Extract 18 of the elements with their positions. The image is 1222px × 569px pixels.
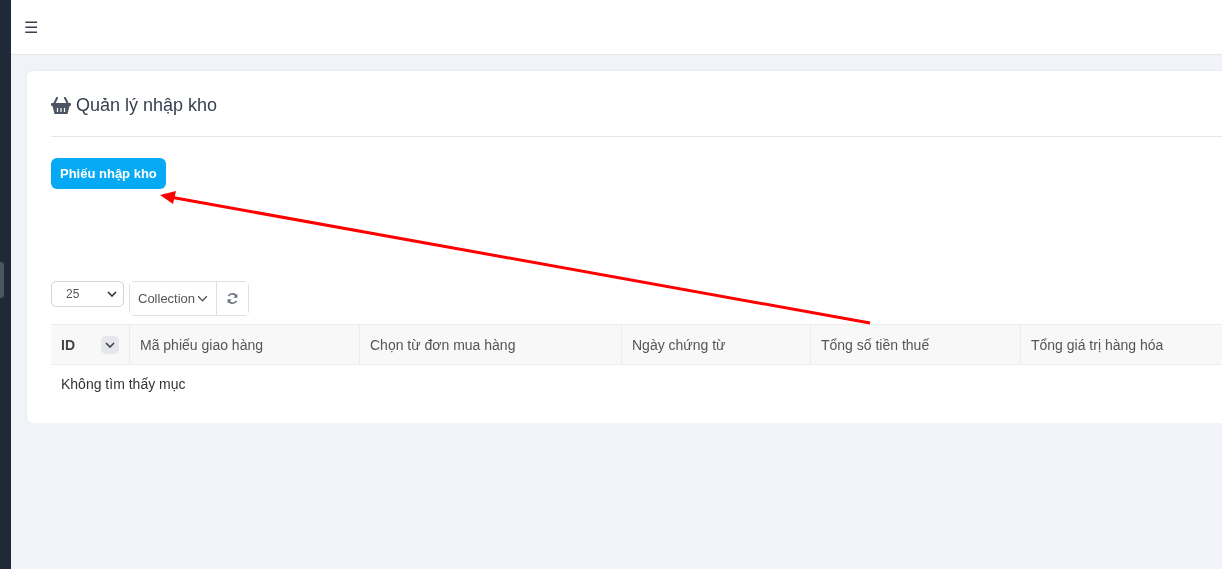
chevron-icon [105, 341, 115, 348]
chevron-icon [197, 295, 209, 302]
menu-icon[interactable]: ☰ [24, 17, 38, 37]
page-title: Quản lý nhập kho [76, 94, 218, 116]
column-header: Tổng số tiền thuế [821, 336, 930, 353]
refresh-icon [226, 292, 240, 305]
column-header: Chọn từ đơn mua hàng [370, 336, 516, 353]
sort-toggle[interactable] [101, 335, 119, 354]
column-header: Ngày chứng từ [632, 336, 726, 353]
column-header: Mã phiếu giao hàng [140, 336, 263, 353]
basket-icon [51, 96, 71, 114]
refresh-button[interactable] [216, 282, 249, 315]
column-header: ID [61, 336, 75, 353]
page-size-select[interactable]: 25 [51, 281, 124, 307]
empty-message: Không tìm thấy mục [60, 375, 187, 394]
column-header: Tổng giá trị hàng hóa [1031, 336, 1164, 353]
chevron-icon [107, 291, 117, 297]
sidebar-handle[interactable] [0, 262, 4, 298]
